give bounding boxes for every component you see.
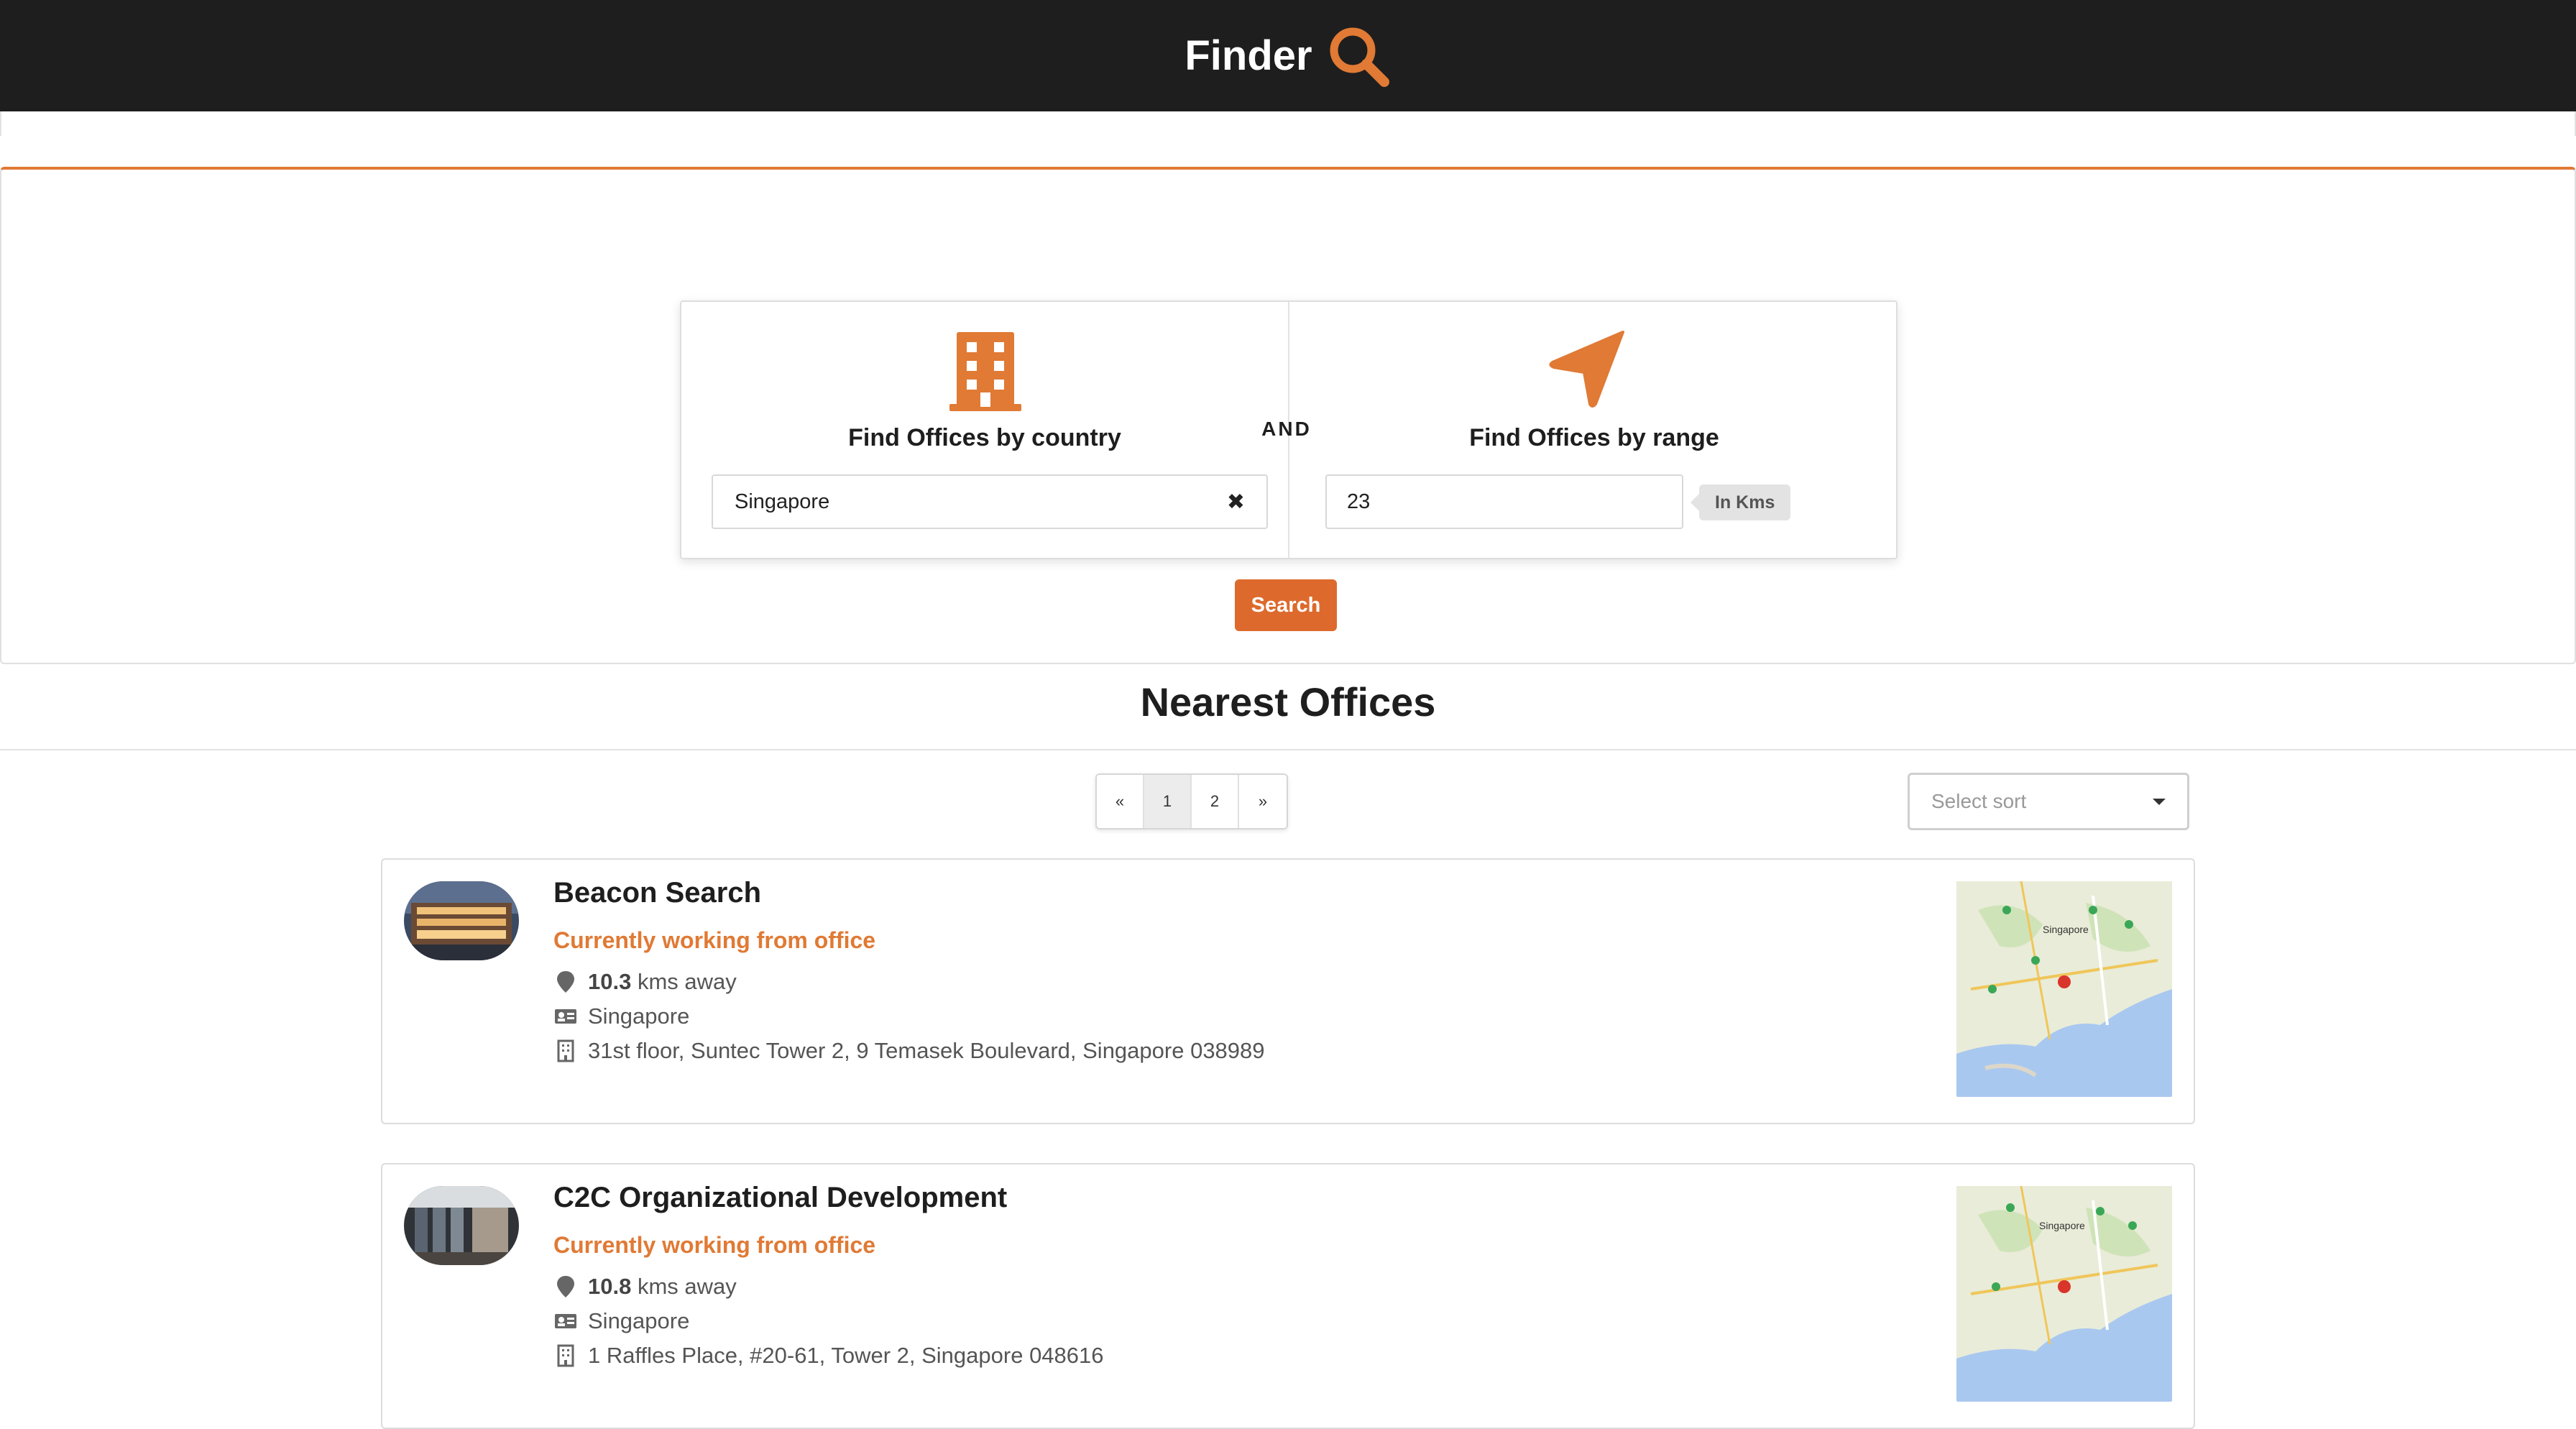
office-distance-value: 10.8 (588, 1274, 632, 1299)
office-address-value: 1 Raffles Place, #20-61, Tower 2, Singap… (588, 1343, 1104, 1368)
office-status: Currently working from office (553, 927, 876, 953)
range-finder-title: Find Offices by range (1469, 424, 1719, 451)
magnifier-icon (1330, 27, 1389, 87)
office-map[interactable]: Singapore (1956, 881, 2172, 1097)
page-2-button[interactable]: 2 (1192, 775, 1239, 828)
building-outline-icon (557, 1039, 574, 1062)
office-country-value: Singapore (588, 1308, 690, 1333)
office-status: Currently working from office (553, 1232, 876, 1258)
pagination: « 1 2 » (1095, 773, 1288, 830)
office-card[interactable]: Beacon Search Currently working from off… (381, 858, 2195, 1124)
office-photo (404, 881, 519, 960)
page-next-button[interactable]: » (1239, 775, 1287, 828)
brand-logo[interactable]: Finder (1184, 23, 1391, 89)
sort-select[interactable]: Select sort (1908, 773, 2189, 830)
building-icon (949, 332, 1021, 411)
sort-placeholder: Select sort (1931, 790, 2027, 812)
and-separator: AND (1261, 418, 1312, 440)
top-navbar: Finder (0, 0, 2576, 111)
map-label: Singapore (2043, 924, 2089, 935)
office-map[interactable]: Singapore (1956, 1186, 2172, 1402)
office-name[interactable]: C2C Organizational Development (553, 1182, 1007, 1214)
page-1-button[interactable]: 1 (1144, 775, 1192, 828)
office-distance: 10.3 kms away (553, 969, 737, 995)
office-country-value: Singapore (588, 1003, 690, 1029)
country-select[interactable]: Singapore ✖ (712, 474, 1268, 529)
office-card[interactable]: C2C Organizational Development Currently… (381, 1163, 2195, 1429)
clear-x-icon[interactable]: ✖ (1227, 490, 1245, 515)
subheader-strip (0, 111, 2576, 136)
navigation-arrow-icon (1549, 331, 1624, 408)
map-pin-icon (557, 1276, 574, 1297)
id-card-icon (555, 1314, 576, 1328)
office-address: 31st floor, Suntec Tower 2, 9 Temasek Bo… (553, 1038, 1265, 1064)
office-name[interactable]: Beacon Search (553, 877, 761, 909)
range-input[interactable] (1325, 474, 1683, 529)
office-address-value: 31st floor, Suntec Tower 2, 9 Temasek Bo… (588, 1038, 1265, 1063)
country-finder: Find Offices by country Singapore ✖ (681, 302, 1289, 558)
map-label: Singapore (2039, 1220, 2085, 1231)
map-pin-icon (557, 971, 574, 993)
office-photo (404, 1186, 519, 1265)
chevron-down-icon (2153, 798, 2166, 805)
range-finder: Find Offices by range In Kms (1289, 302, 1899, 558)
id-card-icon (555, 1009, 576, 1024)
building-outline-icon (557, 1344, 574, 1367)
office-country: Singapore (553, 1308, 689, 1334)
results-title: Nearest Offices (1140, 679, 1436, 725)
office-distance-suffix: kms away (637, 969, 737, 994)
brand-name: Finder (1184, 32, 1312, 79)
office-distance-value: 10.3 (588, 969, 632, 994)
office-distance: 10.8 kms away (553, 1274, 737, 1300)
range-unit-badge: In Kms (1690, 484, 1791, 520)
search-button[interactable]: Search (1235, 579, 1337, 631)
office-address: 1 Raffles Place, #20-61, Tower 2, Singap… (553, 1343, 1104, 1369)
office-distance-suffix: kms away (637, 1274, 737, 1299)
office-country: Singapore (553, 1003, 689, 1029)
country-finder-title: Find Offices by country (848, 424, 1121, 451)
divider (0, 749, 2576, 750)
page-prev-button[interactable]: « (1097, 775, 1144, 828)
country-select-value: Singapore (735, 490, 830, 513)
